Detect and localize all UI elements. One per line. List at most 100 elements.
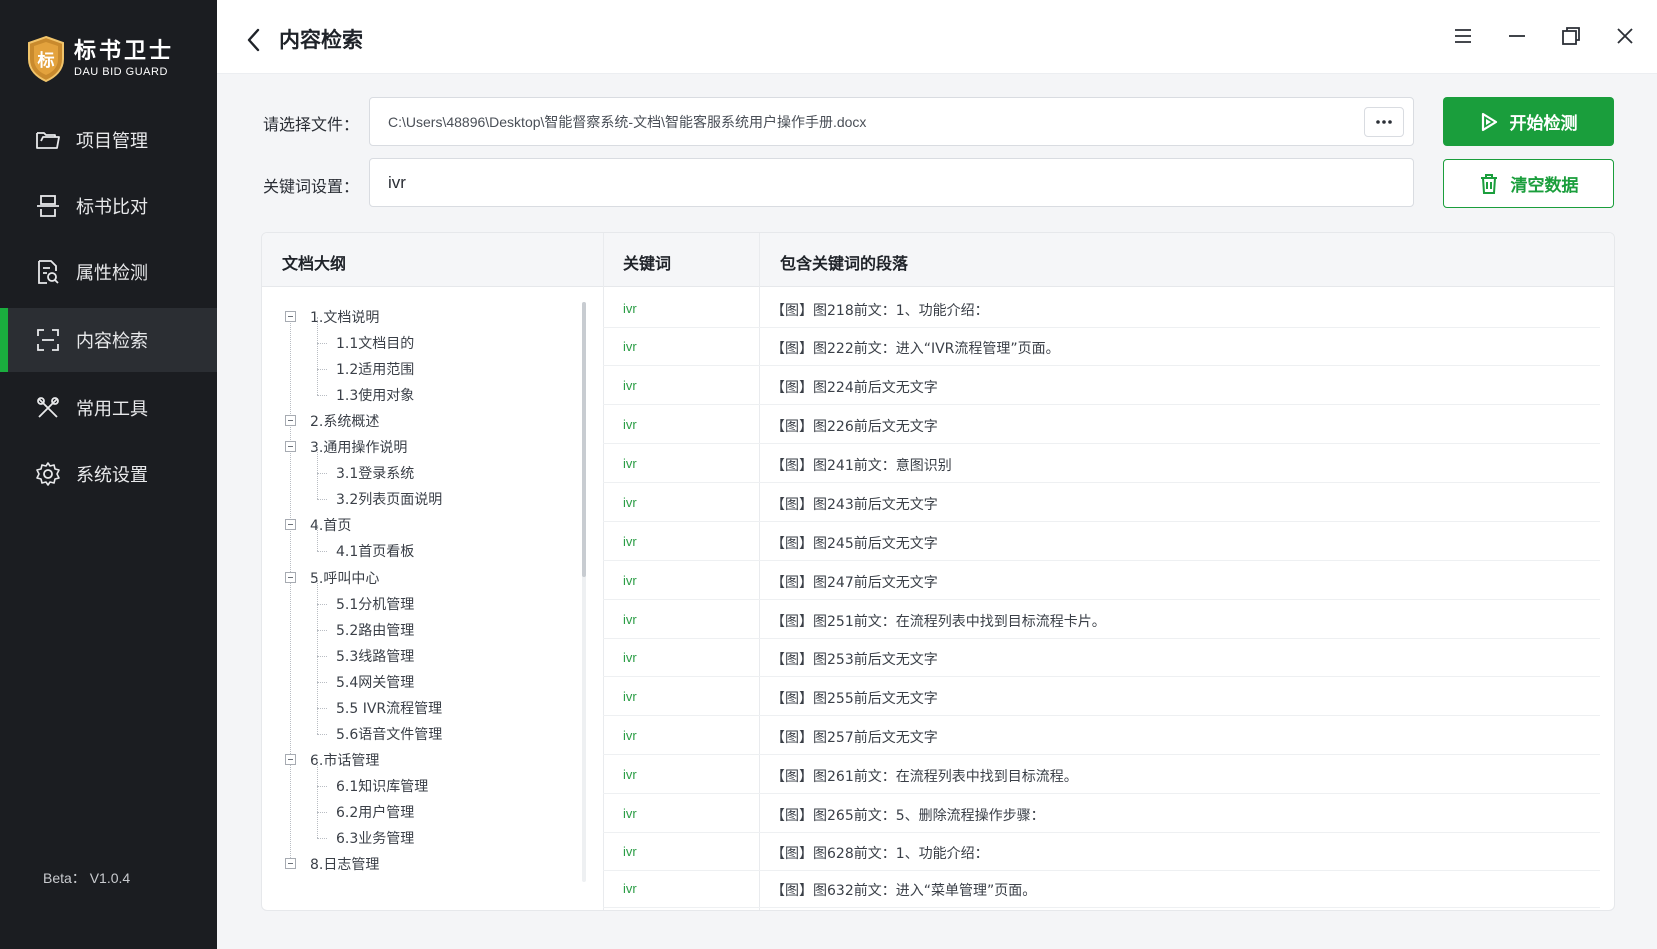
keyword-cell: ivr bbox=[623, 881, 637, 896]
paragraph-cell: 【图】图257前后文无文字 bbox=[771, 730, 938, 746]
outline-item[interactable]: 5.6语音文件管理 bbox=[336, 724, 442, 744]
minimize-icon[interactable] bbox=[1505, 24, 1529, 48]
paragraph-cell: 【图】图265前文：5、删除流程操作步骤： bbox=[771, 808, 1045, 824]
outline-item[interactable]: 3.通用操作说明 bbox=[310, 437, 407, 457]
collapse-toggle-icon[interactable] bbox=[285, 519, 296, 531]
scrollbar-thumb[interactable] bbox=[582, 302, 586, 577]
file-label: 请选择文件： bbox=[263, 115, 360, 134]
table-row[interactable]: ivr 【图】图251前文：在流程列表中找到目标流程卡片。 bbox=[603, 600, 1600, 639]
table-row[interactable]: ivr 【图】图226前后文无文字 bbox=[603, 405, 1600, 444]
table-row[interactable]: ivr 【图】图253前后文无文字 bbox=[603, 638, 1600, 677]
outline-item[interactable]: 5.1分机管理 bbox=[336, 594, 414, 614]
tree-branch-line bbox=[317, 525, 318, 552]
table-row[interactable]: ivr 【图】图241前文：意图识别 bbox=[603, 444, 1600, 483]
collapse-toggle-icon[interactable] bbox=[285, 753, 296, 765]
start-detection-button[interactable]: 开始检测 bbox=[1443, 97, 1614, 146]
sidebar-item-bid-compare[interactable]: 标书比对 bbox=[0, 174, 217, 238]
outline-scrollbar[interactable] bbox=[582, 302, 586, 882]
sidebar-item-system-settings[interactable]: 系统设置 bbox=[0, 442, 217, 506]
collapse-toggle-icon[interactable] bbox=[285, 311, 296, 322]
outline-item[interactable]: 8.日志管理 bbox=[310, 854, 379, 874]
outline-item[interactable]: 2.系统概述 bbox=[310, 411, 379, 431]
trash-icon bbox=[1480, 173, 1497, 194]
start-detection-label: 开始检测 bbox=[1509, 114, 1578, 134]
file-path-input[interactable]: C:\Users\48896\Desktop\智能督察系统-文档\智能客服系统用… bbox=[369, 97, 1414, 146]
keyword-value: ivr bbox=[388, 172, 406, 192]
tree-branch-line bbox=[317, 838, 327, 839]
outline-item[interactable]: 5.4网关管理 bbox=[336, 672, 414, 692]
outline-item[interactable]: 6.3业务管理 bbox=[336, 828, 414, 848]
outline-item[interactable]: 1.文档说明 bbox=[310, 307, 379, 327]
outline-item[interactable]: 1.1文档目的 bbox=[336, 333, 414, 353]
table-row[interactable]: ivr 【图】图245前后文无文字 bbox=[603, 522, 1600, 561]
table-row[interactable]: ivr 【图】图628前文：1、功能介绍： bbox=[603, 832, 1600, 871]
keyword-cell: ivr bbox=[623, 534, 637, 549]
outline-item[interactable]: 3.2列表页面说明 bbox=[336, 489, 442, 509]
sidebar-item-common-tools[interactable]: 常用工具 bbox=[0, 376, 217, 440]
restore-icon[interactable] bbox=[1559, 24, 1583, 48]
outline-item[interactable]: 3.1登录系统 bbox=[336, 463, 414, 483]
tree-branch-line bbox=[317, 655, 318, 682]
clear-data-button[interactable]: 清空数据 bbox=[1443, 159, 1614, 208]
outline-item[interactable]: 5.3线路管理 bbox=[336, 646, 414, 666]
table-row[interactable]: ivr 【图】图257前后文无文字 bbox=[603, 716, 1600, 755]
outline-item[interactable]: 1.3使用对象 bbox=[336, 385, 414, 405]
outline-item[interactable]: 4.1首页看板 bbox=[336, 541, 414, 561]
outline-item[interactable]: 5.呼叫中心 bbox=[310, 568, 379, 588]
sidebar-item-content-search[interactable]: 内容检索 bbox=[0, 308, 217, 372]
keyword-cell: ivr bbox=[623, 806, 637, 821]
outline-tree[interactable]: 1.文档说明 1.1文档目的 1.2适用范围 1.3使用对象 2.系统概述 3.通用操作说… bbox=[262, 287, 603, 910]
tree-branch-line bbox=[317, 343, 318, 370]
paragraph-cell: 【图】图226前后文无文字 bbox=[771, 419, 938, 435]
table-row[interactable]: ivr 【图】图261前文：在流程列表中找到目标流程。 bbox=[603, 755, 1600, 794]
table-row[interactable]: ivr 【图】图218前文：1、功能介绍： bbox=[603, 289, 1600, 328]
app-name-english: DAU BID GUARD bbox=[74, 66, 168, 78]
tree-branch-line bbox=[317, 681, 318, 708]
compare-icon bbox=[34, 192, 62, 220]
keyword-cell: ivr bbox=[623, 650, 637, 665]
outline-item[interactable]: 5.2路由管理 bbox=[336, 620, 414, 640]
close-icon[interactable] bbox=[1613, 24, 1637, 48]
collapse-toggle-icon[interactable] bbox=[285, 441, 296, 453]
outline-item[interactable]: 6.1知识库管理 bbox=[336, 776, 428, 796]
collapse-toggle-icon[interactable] bbox=[285, 571, 296, 583]
keyword-cell: ivr bbox=[623, 689, 637, 704]
tree-branch-line bbox=[317, 343, 327, 345]
outline-item[interactable]: 6.市话管理 bbox=[310, 750, 379, 770]
collapse-toggle-icon[interactable] bbox=[285, 858, 296, 870]
outline-item[interactable]: 6.2用户管理 bbox=[336, 802, 414, 822]
paragraph-cell: 【图】图245前后文无文字 bbox=[771, 536, 938, 552]
table-row[interactable]: ivr 【图】图632前文：进入“菜单管理”页面。 bbox=[603, 869, 1600, 908]
column-header-keyword: 关键词 bbox=[623, 254, 672, 273]
table-row[interactable]: ivr 【图】图265前文：5、删除流程操作步骤： bbox=[603, 794, 1600, 833]
sidebar-item-label: 系统设置 bbox=[76, 465, 148, 486]
tree-branch-line bbox=[317, 473, 318, 500]
table-row[interactable]: ivr 【图】图224前后文无文字 bbox=[603, 366, 1600, 405]
clear-data-label: 清空数据 bbox=[1510, 176, 1579, 196]
collapse-toggle-icon[interactable] bbox=[285, 415, 296, 427]
tree-branch-line bbox=[317, 603, 318, 630]
table-row[interactable]: ivr 【图】图247前后文无文字 bbox=[603, 561, 1600, 600]
column-header-paragraph: 包含关键词的段落 bbox=[780, 254, 909, 273]
browse-file-button[interactable] bbox=[1364, 107, 1404, 137]
tree-branch-line bbox=[317, 473, 327, 475]
keyword-input[interactable]: ivr bbox=[369, 158, 1414, 207]
table-row[interactable]: ivr 【图】图243前后文无文字 bbox=[603, 483, 1600, 522]
tree-branch-line bbox=[317, 369, 318, 396]
outline-item[interactable]: 1.2适用范围 bbox=[336, 359, 414, 379]
sidebar-item-attribute-check[interactable]: 属性检测 bbox=[0, 240, 217, 304]
sidebar-item-label: 内容检索 bbox=[76, 331, 148, 352]
sidebar-item-label: 标书比对 bbox=[76, 197, 148, 218]
table-row[interactable]: ivr 【图】图255前后文无文字 bbox=[603, 677, 1600, 716]
menu-icon[interactable] bbox=[1451, 24, 1475, 48]
results-list: ivr 【图】图218前文：1、功能介绍： ivr 【图】图222前文：进入“IVR流… bbox=[603, 287, 1614, 910]
sidebar: 标 标书卫士 DAU BID GUARD 项目管理 标书比对 属性检测 内容检索 bbox=[0, 0, 217, 949]
tree-branch-line bbox=[317, 707, 327, 709]
tree-branch-line bbox=[317, 733, 327, 735]
tree-branch-line bbox=[317, 395, 327, 397]
table-row[interactable]: ivr 【图】图222前文：进入“IVR流程管理”页面。 bbox=[603, 327, 1600, 366]
tree-branch-line bbox=[317, 785, 327, 787]
sidebar-item-project-management[interactable]: 项目管理 bbox=[0, 108, 217, 172]
outline-item[interactable]: 5.5 IVR流程管理 bbox=[336, 698, 442, 718]
back-arrow-icon[interactable] bbox=[243, 26, 265, 54]
